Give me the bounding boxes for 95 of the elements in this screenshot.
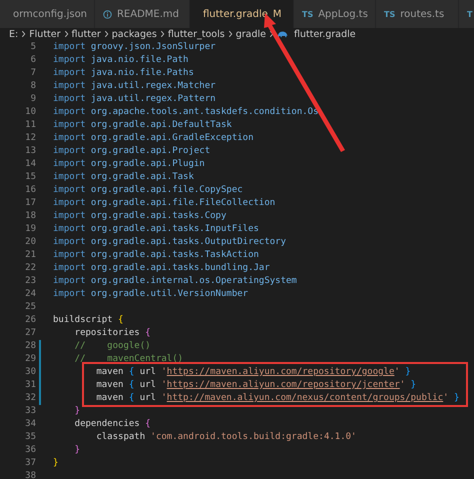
file-type-label: TS	[384, 10, 396, 18]
line-number: 29	[24, 353, 36, 366]
modified-indicator: M	[272, 8, 282, 20]
code-line: import java.nio.file.Path	[53, 54, 188, 67]
line-number: 16	[24, 184, 36, 197]
line-number: 19	[24, 223, 36, 236]
code-line: maven { url 'https://maven.aliyun.com/repository/google' }	[95, 366, 411, 379]
code-line: import org.gradle.api.Task	[53, 171, 194, 184]
line-number: 8	[30, 80, 36, 93]
editor-tab[interactable]: flutter.gradle M	[190, 0, 294, 28]
tab-label: flutter.gradle	[203, 8, 268, 20]
line-number: 26	[24, 314, 36, 327]
code-line: import java.util.regex.Matcher	[53, 80, 216, 93]
line-number: 38	[24, 470, 36, 479]
editor-tab[interactable]: TS AppLog.ts	[294, 0, 376, 28]
line-number: 18	[24, 210, 36, 223]
tab-label: AppLog.ts	[318, 8, 368, 20]
code-line: repositories {	[74, 327, 151, 340]
breadcrumb-item[interactable]: packages	[112, 28, 157, 40]
line-number: 9	[30, 93, 36, 106]
code-line: import org.gradle.api.tasks.bundling.Jar	[53, 262, 270, 275]
line-number: 17	[24, 197, 36, 210]
tab-label: ormconfig.json	[13, 8, 88, 20]
chevron-icon	[160, 30, 165, 38]
editor-tab[interactable]: T	[459, 0, 474, 28]
chevron-icon	[21, 30, 26, 38]
line-number: 14	[24, 158, 36, 171]
line-number: 36	[24, 444, 36, 457]
code-line: import org.gradle.api.tasks.TaskAction	[53, 249, 259, 262]
line-number: 5	[30, 41, 36, 54]
code-line: }	[74, 444, 80, 457]
editor-tab[interactable]: README.md	[95, 0, 190, 28]
code-line: import org.gradle.api.tasks.Copy	[53, 210, 226, 223]
breadcrumb-item[interactable]: flutter.gradle	[294, 28, 356, 40]
line-number: 7	[30, 67, 36, 80]
line-number: 23	[24, 275, 36, 288]
line-number: 33	[24, 405, 36, 418]
code-line: import org.gradle.api.tasks.InputFiles	[53, 223, 259, 236]
tab-label: README.md	[116, 8, 179, 20]
file-type-label: TS	[302, 10, 314, 18]
code-line: import org.gradle.api.Project	[53, 145, 210, 158]
line-number: 30	[24, 366, 36, 379]
line-number: 22	[24, 262, 36, 275]
editor-tab[interactable]: ormconfig.json	[0, 0, 95, 28]
code-line: import org.apache.tools.ant.taskdefs.condition.Os	[53, 106, 319, 119]
line-number: 31	[24, 379, 36, 392]
info-icon	[103, 8, 112, 20]
line-number: 25	[24, 301, 36, 314]
code-line: maven { url 'https://maven.aliyun.com/repository/jcenter' }	[95, 379, 416, 392]
line-number: 15	[24, 171, 36, 184]
code-line: import org.gradle.api.file.FileCollection	[53, 197, 276, 210]
code-line: buildscript {	[53, 314, 124, 327]
code-line: // google()	[74, 340, 151, 353]
code-line: import org.gradle.api.file.CopySpec	[53, 184, 243, 197]
code-line: import org.gradle.api.DefaultTask	[53, 119, 232, 132]
code-line: import java.nio.file.Paths	[53, 67, 194, 80]
code-line: dependencies {	[74, 418, 151, 431]
line-number: 35	[24, 431, 36, 444]
code-line: // mavenCentral()	[74, 353, 184, 366]
code-line: import org.gradle.api.GradleException	[53, 132, 254, 145]
code-line: }	[53, 457, 58, 470]
code-line: }	[74, 405, 80, 418]
code-line: import org.gradle.util.VersionNumber	[53, 288, 248, 301]
tab-label: routes.ts	[400, 8, 444, 20]
line-number: 32	[24, 392, 36, 405]
line-number: 27	[24, 327, 36, 340]
code-line: import groovy.json.JsonSlurper	[53, 41, 216, 54]
chevron-icon	[104, 30, 109, 38]
line-number: 10	[24, 106, 36, 119]
line-number: 37	[24, 457, 36, 470]
line-number: 13	[24, 145, 36, 158]
line-number: 11	[24, 119, 36, 132]
chevron-icon	[64, 30, 69, 38]
breadcrumb-item[interactable]: E:	[9, 28, 18, 40]
code-line: maven { url 'http://maven.aliyun.com/nexus/content/groups/public' }	[95, 392, 460, 405]
line-number: 6	[30, 54, 36, 67]
line-number: 24	[24, 288, 36, 301]
code-line: import org.gradle.internal.os.OperatingSystem	[53, 275, 297, 288]
line-number: 34	[24, 418, 36, 431]
line-number: 21	[24, 249, 36, 262]
line-number: 20	[24, 236, 36, 249]
line-number: 12	[24, 132, 36, 145]
editor-tab[interactable]: TS routes.ts	[376, 0, 459, 28]
breadcrumb-item[interactable]: flutter_tools	[168, 28, 225, 40]
code-line: classpath 'com.android.tools.build:gradle:4.1.0'	[95, 431, 356, 444]
elephant-icon	[277, 29, 288, 39]
breadcrumb-item[interactable]: Flutter	[29, 28, 61, 40]
chevron-icon	[228, 30, 233, 38]
file-type-label: T	[467, 10, 472, 18]
code-line: import org.gradle.api.tasks.OutputDirectory	[53, 236, 286, 249]
code-line: import java.util.regex.Pattern	[53, 93, 216, 106]
breadcrumb-item[interactable]: gradle	[236, 28, 266, 40]
breadcrumb-item[interactable]: flutter	[72, 28, 101, 40]
line-number: 28	[24, 340, 36, 353]
code-line: import org.gradle.api.Plugin	[53, 158, 205, 171]
